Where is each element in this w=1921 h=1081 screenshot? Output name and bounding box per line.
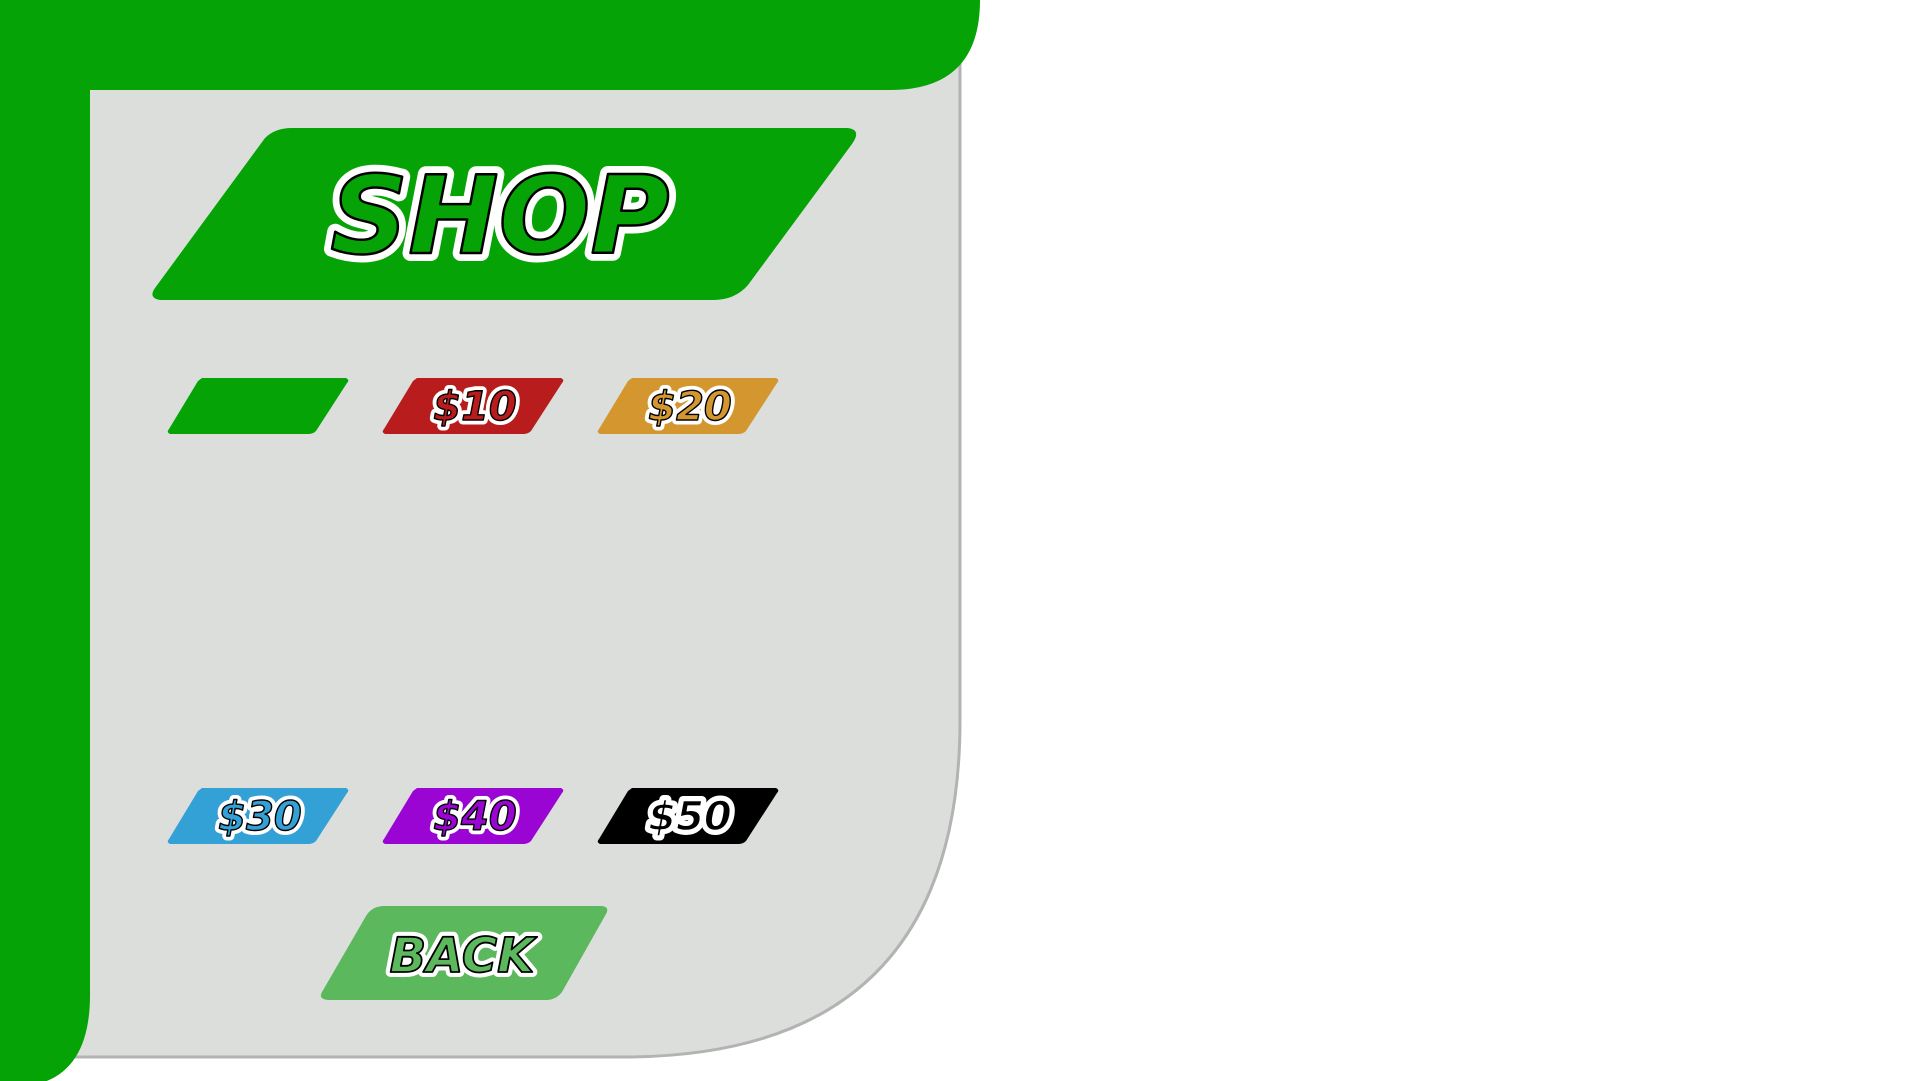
shop-title: SHOP [330,154,669,279]
price-label: $30 [218,794,302,840]
price-label: $50 [648,794,732,840]
price-label: $20 [648,384,732,430]
price-label: $40 [433,794,517,840]
shop-frame-top [0,0,980,90]
back-label: BACK [390,928,538,984]
shop-canvas: SHOP SHOP $10$10 $20$20 $30$30 $40$40 $5… [0,0,980,1081]
shop-frame-left [0,0,90,1081]
price-label: $10 [433,384,517,430]
shop-screen: SHOP SHOP $10 $10 $20 $20 $30 $30 $40 $40 $5… [0,0,1921,1081]
title-banner: SHOP SHOP [152,128,857,300]
back-button[interactable]: BACK BACK [320,906,608,1000]
